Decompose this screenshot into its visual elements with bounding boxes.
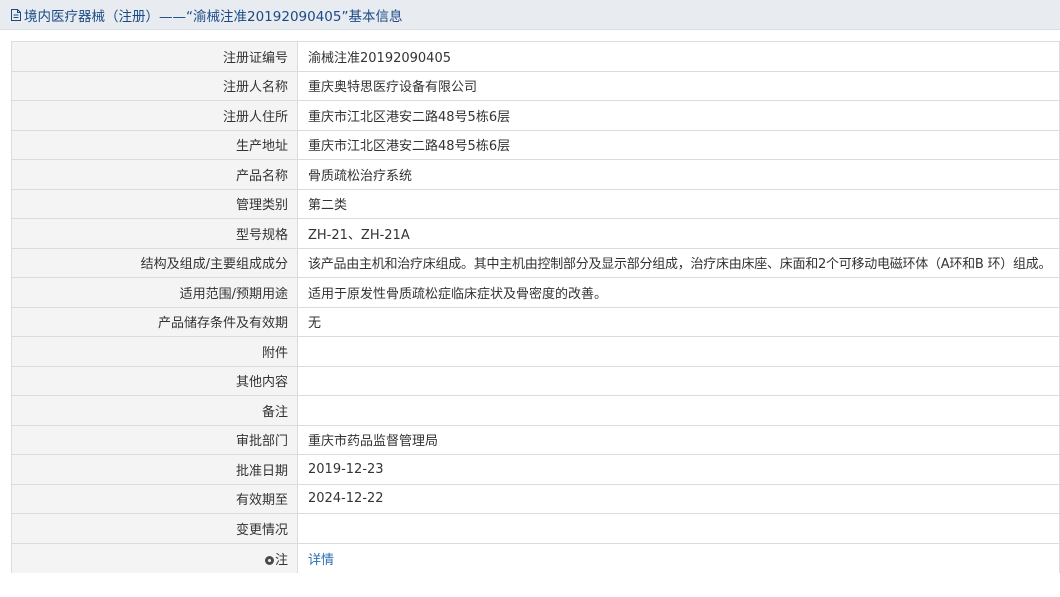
row-value: 重庆市江北区港安二路48号5栋6层 bbox=[297, 100, 1060, 131]
table-row: 型号规格 ZH-21、ZH-21A bbox=[11, 218, 1060, 249]
row-label: 备注 bbox=[11, 395, 298, 426]
row-label: 其他内容 bbox=[11, 365, 298, 396]
table-row: 管理类别 第二类 bbox=[11, 188, 1060, 219]
row-value: 第二类 bbox=[297, 188, 1060, 219]
table-row: 注册证编号 渝械注准20192090405 bbox=[11, 41, 1060, 72]
row-label: 附件 bbox=[11, 336, 298, 367]
row-value: 重庆奥特思医疗设备有限公司 bbox=[297, 70, 1060, 101]
row-label: 产品储存条件及有效期 bbox=[11, 306, 298, 337]
row-label: 型号规格 bbox=[11, 218, 298, 249]
note-label-cell: 注 bbox=[11, 542, 298, 573]
row-value bbox=[297, 336, 1060, 367]
row-label: 注册人名称 bbox=[11, 70, 298, 101]
table-row: 审批部门 重庆市药品监督管理局 bbox=[11, 424, 1060, 455]
row-label: 批准日期 bbox=[11, 454, 298, 485]
note-row: 注 详情 bbox=[11, 542, 1060, 573]
row-label: 变更情况 bbox=[11, 513, 298, 544]
table-row: 注册人住所 重庆市江北区港安二路48号5栋6层 bbox=[11, 100, 1060, 131]
row-value bbox=[297, 395, 1060, 426]
table-row: 变更情况 bbox=[11, 513, 1060, 544]
row-label: 产品名称 bbox=[11, 159, 298, 190]
row-value: 该产品由主机和治疗床组成。其中主机由控制部分及显示部分组成，治疗床由床座、床面和… bbox=[297, 247, 1060, 278]
table-row: 有效期至 2024-12-22 bbox=[11, 483, 1060, 514]
table-row: 产品储存条件及有效期 无 bbox=[11, 306, 1060, 337]
details-link[interactable]: 详情 bbox=[308, 553, 334, 568]
table-row: 注册人名称 重庆奥特思医疗设备有限公司 bbox=[11, 70, 1060, 101]
table-row: 备注 bbox=[11, 395, 1060, 426]
row-label: 有效期至 bbox=[11, 483, 298, 514]
row-value: 渝械注准20192090405 bbox=[297, 41, 1060, 72]
note-label: 注 bbox=[274, 552, 288, 568]
row-label: 审批部门 bbox=[11, 424, 298, 455]
row-label: 适用范围/预期用途 bbox=[11, 277, 298, 308]
row-label: 注册证编号 bbox=[11, 41, 298, 72]
row-value bbox=[297, 513, 1060, 544]
table-row: 产品名称 骨质疏松治疗系统 bbox=[11, 159, 1060, 190]
row-value: 适用于原发性骨质疏松症临床症状及骨密度的改善。 bbox=[297, 277, 1060, 308]
row-label: 结构及组成/主要组成成分 bbox=[11, 247, 298, 278]
row-value: 重庆市江北区港安二路48号5栋6层 bbox=[297, 129, 1060, 160]
table-row: 适用范围/预期用途 适用于原发性骨质疏松症临床症状及骨密度的改善。 bbox=[11, 277, 1060, 308]
table-row: 结构及组成/主要组成成分 该产品由主机和治疗床组成。其中主机由控制部分及显示部分… bbox=[11, 247, 1060, 278]
row-value: 2024-12-22 bbox=[297, 483, 1060, 514]
row-value: 骨质疏松治疗系统 bbox=[297, 159, 1060, 190]
table-row: 批准日期 2019-12-23 bbox=[11, 454, 1060, 485]
table-row: 其他内容 bbox=[11, 365, 1060, 396]
row-value: 重庆市药品监督管理局 bbox=[297, 424, 1060, 455]
table-row: 生产地址 重庆市江北区港安二路48号5栋6层 bbox=[11, 129, 1060, 160]
row-label: 注册人住所 bbox=[11, 100, 298, 131]
note-value-cell: 详情 bbox=[297, 542, 1060, 573]
table-row: 附件 bbox=[11, 336, 1060, 367]
row-label: 管理类别 bbox=[11, 188, 298, 219]
note-bullet-icon bbox=[264, 555, 274, 565]
row-label: 生产地址 bbox=[11, 129, 298, 160]
page-title: 境内医疗器械（注册）——“渝械注准20192090405”基本信息 bbox=[24, 8, 403, 25]
page-title-bar: 境内医疗器械（注册）——“渝械注准20192090405”基本信息 bbox=[0, 0, 1060, 30]
row-value: 2019-12-23 bbox=[297, 454, 1060, 485]
row-value bbox=[297, 365, 1060, 396]
info-table: 注册证编号 渝械注准20192090405 注册人名称 重庆奥特思医疗设备有限公… bbox=[11, 41, 1060, 573]
row-value: ZH-21、ZH-21A bbox=[297, 218, 1060, 249]
document-icon bbox=[11, 8, 21, 21]
row-value: 无 bbox=[297, 306, 1060, 337]
